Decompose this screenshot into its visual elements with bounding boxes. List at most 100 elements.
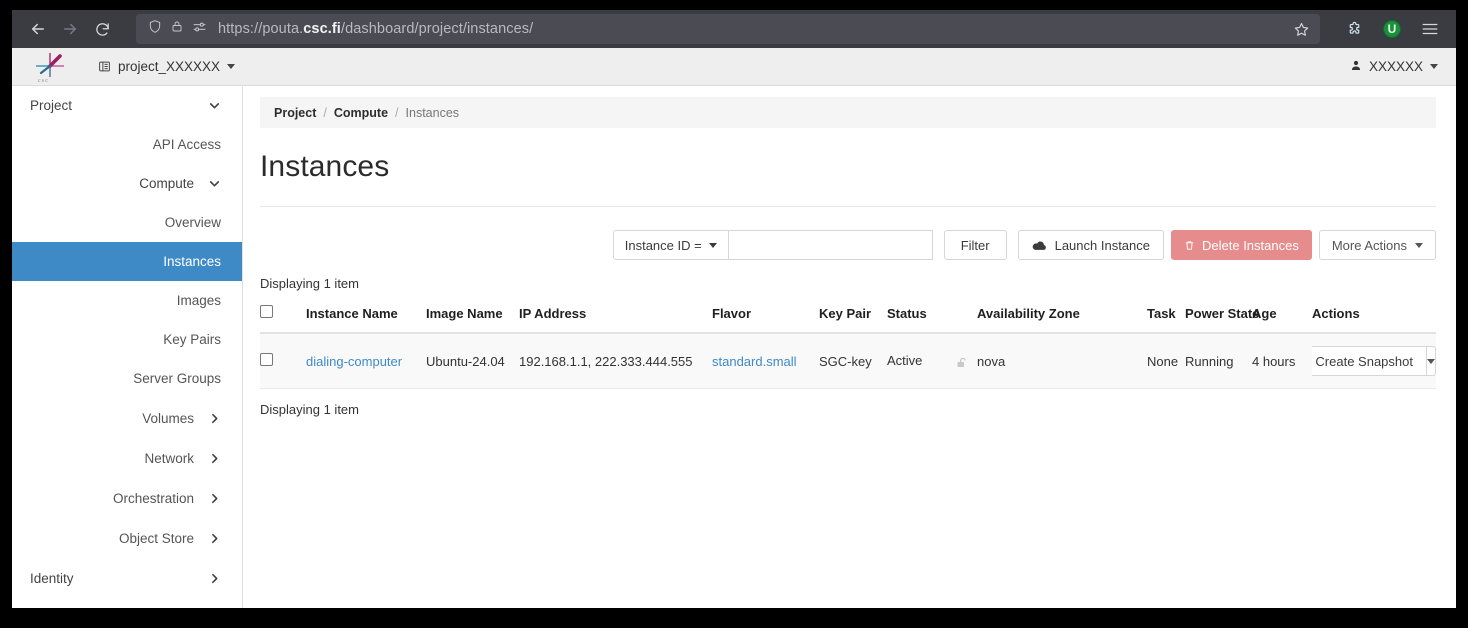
reload-button[interactable] [86, 13, 118, 45]
forward-button[interactable] [54, 13, 86, 45]
header-image-name[interactable]: Image Name [426, 299, 519, 333]
search-input[interactable] [729, 230, 933, 260]
header-power-state[interactable]: Power State [1185, 299, 1252, 333]
sidebar-item-label: Key Pairs [163, 332, 221, 347]
header-instance-name[interactable]: Instance Name [306, 299, 426, 333]
chevron-down-icon [208, 177, 221, 190]
sidebar-item-label: Images [177, 293, 221, 308]
instances-table: Instance Name Image Name IP Address Flav… [260, 299, 1436, 389]
breadcrumb-separator: / [323, 106, 326, 120]
caret-down-icon [1427, 359, 1435, 364]
cell-task: None [1147, 333, 1185, 389]
row-actions-group: Create Snapshot [1312, 346, 1436, 376]
padlock-icon[interactable] [171, 19, 183, 39]
instance-name-link[interactable]: dialing-computer [306, 354, 402, 369]
hamburger-menu-icon[interactable] [1414, 13, 1446, 45]
chevron-down-icon [208, 99, 221, 112]
sidebar-group-project[interactable]: Project [12, 86, 242, 125]
header-key-pair[interactable]: Key Pair [819, 299, 887, 333]
shield-icon[interactable] [148, 19, 162, 39]
breadcrumb-compute[interactable]: Compute [334, 106, 388, 120]
select-all-header[interactable] [260, 299, 306, 333]
header-actions: Actions [1312, 299, 1436, 333]
sidebar-item-label: API Access [153, 137, 221, 152]
user-menu[interactable]: XXXXXX [1350, 59, 1438, 75]
create-snapshot-button[interactable]: Create Snapshot [1312, 346, 1427, 376]
sidebar-item-object-store[interactable]: Object Store [12, 518, 242, 558]
cell-ip-address: 192.168.1.1, 222.333.444.555 [519, 333, 712, 389]
extensions-puzzle-icon[interactable] [1338, 13, 1370, 45]
launch-instance-label: Launch Instance [1055, 238, 1150, 253]
header-task[interactable]: Task [1147, 299, 1185, 333]
page-title: Instances [260, 150, 1436, 207]
sidebar-item-label: Identity [30, 571, 208, 586]
cell-status: Active [887, 333, 977, 389]
sidebar-item-images[interactable]: Images [12, 281, 242, 320]
filter-field-select[interactable]: Instance ID = [613, 230, 729, 260]
header-status[interactable]: Status [887, 299, 977, 333]
header-flavor[interactable]: Flavor [712, 299, 819, 333]
user-icon [1350, 59, 1362, 75]
chevron-down-icon [227, 64, 235, 69]
sidebar-item-orchestration[interactable]: Orchestration [12, 478, 242, 518]
cell-power-state: Running [1185, 333, 1252, 389]
csc-logo-caption: csc [38, 78, 49, 84]
chevron-down-icon [1430, 64, 1438, 69]
row-checkbox[interactable] [260, 353, 273, 366]
url-prefix: https://pouta. [218, 21, 303, 37]
cloud-upload-icon [1032, 239, 1047, 252]
breadcrumb: Project / Compute / Instances [260, 97, 1436, 128]
browser-toolbar: https://pouta.csc.fi/dashboard/project/i… [12, 10, 1456, 48]
star-icon[interactable] [1293, 21, 1312, 38]
header-age[interactable]: Age [1252, 299, 1312, 333]
caret-down-icon [709, 243, 717, 248]
sidebar-item-label: Instances [163, 254, 221, 269]
delete-instances-label: Delete Instances [1202, 238, 1299, 253]
row-actions-dropdown-toggle[interactable] [1427, 346, 1436, 376]
table-row: dialing-computer Ubuntu-24.04 192.168.1.… [260, 333, 1436, 389]
dashboard-topbar: csc project_XXXXXX XXXXXX [12, 48, 1456, 86]
project-switcher[interactable]: project_XXXXXX [98, 59, 235, 74]
screen: https://pouta.csc.fi/dashboard/project/i… [0, 0, 1468, 628]
address-bar[interactable]: https://pouta.csc.fi/dashboard/project/i… [136, 14, 1320, 44]
status-label: Active [887, 353, 922, 368]
url-suffix: /dashboard/project/instances/ [341, 21, 533, 37]
chevron-right-icon [208, 412, 221, 425]
sidebar-item-identity[interactable]: Identity [12, 558, 242, 598]
breadcrumb-project[interactable]: Project [274, 106, 316, 120]
header-availability-zone[interactable]: Availability Zone [977, 299, 1147, 333]
sidebar-item-label: Overview [165, 215, 221, 230]
ublock-shield-icon[interactable]: U [1376, 13, 1408, 45]
sidebar-item-network[interactable]: Network [12, 438, 242, 478]
item-count-top: Displaying 1 item [260, 276, 1436, 291]
sidebar-item-overview[interactable]: Overview [12, 203, 242, 242]
chevron-right-icon [208, 452, 221, 465]
sidebar-item-label: Volumes [30, 411, 194, 426]
sidebar-item-label: Orchestration [30, 491, 194, 506]
row-select-cell[interactable] [260, 333, 306, 389]
browser-actions: U [1332, 13, 1446, 45]
site-permissions-icon[interactable] [192, 20, 207, 39]
flavor-link[interactable]: standard.small [712, 354, 797, 369]
filter-button[interactable]: Filter [944, 230, 1007, 260]
select-all-checkbox[interactable] [260, 305, 273, 318]
sidebar-item-instances[interactable]: Instances [12, 242, 242, 281]
url-text[interactable]: https://pouta.csc.fi/dashboard/project/i… [218, 21, 1293, 37]
sidebar-item-key-pairs[interactable]: Key Pairs [12, 320, 242, 359]
cell-key-pair: SGC-key [819, 333, 887, 389]
launch-instance-button[interactable]: Launch Instance [1018, 230, 1164, 260]
sidebar-group-compute[interactable]: Compute [12, 164, 242, 203]
sidebar-item-label: Object Store [30, 531, 194, 546]
back-button[interactable] [22, 13, 54, 45]
sidebar-item-label: Server Groups [133, 371, 221, 386]
sidebar-item-volumes[interactable]: Volumes [12, 398, 242, 438]
browser-window: https://pouta.csc.fi/dashboard/project/i… [12, 10, 1456, 608]
header-ip-address[interactable]: IP Address [519, 299, 712, 333]
url-host: csc.fi [303, 21, 341, 37]
delete-instances-button[interactable]: Delete Instances [1171, 230, 1312, 260]
sidebar-item-server-groups[interactable]: Server Groups [12, 359, 242, 398]
cell-availability-zone: nova [977, 333, 1147, 389]
more-actions-button[interactable]: More Actions [1319, 230, 1436, 260]
cell-age: 4 hours [1252, 333, 1312, 389]
sidebar-item-api-access[interactable]: API Access [12, 125, 242, 164]
